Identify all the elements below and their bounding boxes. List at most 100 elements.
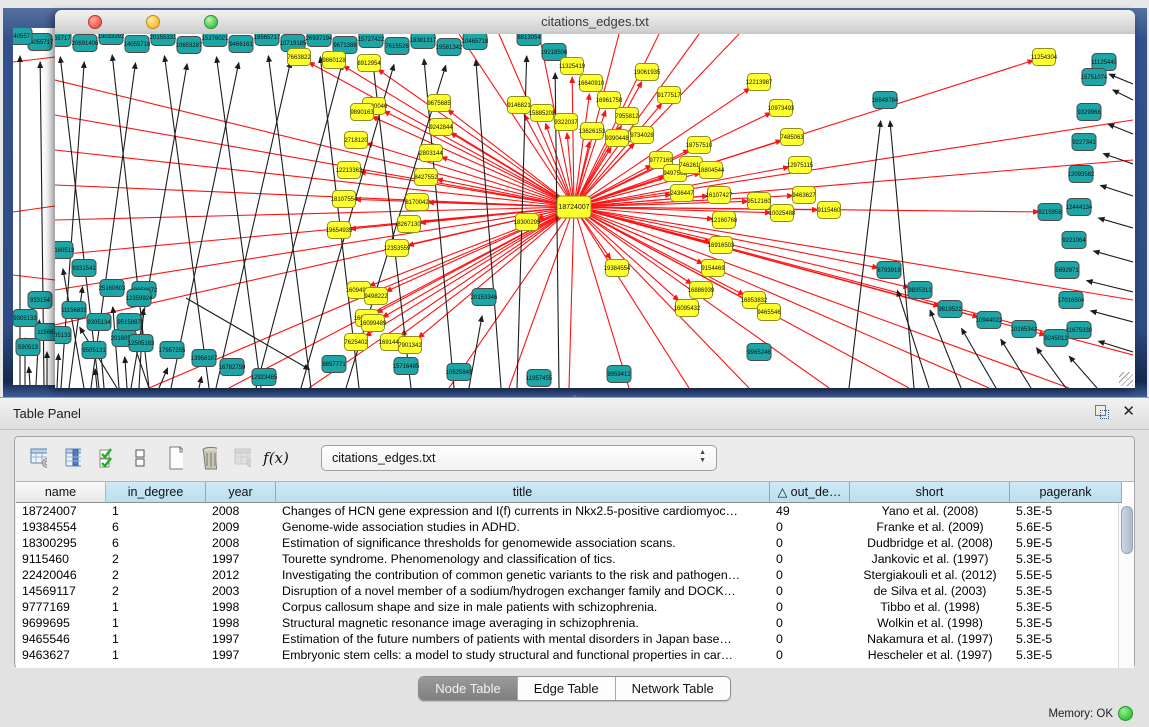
background-view-canvas[interactable]: 930513393315411568359051314055717140557: [13, 28, 55, 385]
table-cell: 2009: [206, 519, 276, 535]
graph-node-label: 8427552: [414, 175, 438, 181]
table-cell: 5.3E-5: [1010, 631, 1122, 647]
table-cell: 1997: [206, 551, 276, 567]
graph-edge: [1109, 74, 1133, 84]
column-header-indegree[interactable]: in_degree: [106, 482, 206, 503]
table-cell: 0: [770, 567, 850, 583]
show-columns-button[interactable]: [57, 443, 87, 473]
column-header-outde[interactable]: △ out_de…: [770, 482, 850, 503]
graph-edge: [1001, 339, 1031, 388]
graph-edge: [57, 354, 59, 388]
table-cell: 0: [770, 615, 850, 631]
graph-node-label: 9465546: [757, 310, 781, 316]
close-panel-icon[interactable]: ✕: [1122, 404, 1135, 419]
graph-edge: [384, 111, 574, 207]
network-window[interactable]: citations_edges.txt 95657172069140619033…: [55, 10, 1135, 388]
node-table[interactable]: namein_degreeyeartitle△ out_de…shortpage…: [16, 481, 1134, 668]
graph-node-label: 933154: [30, 298, 51, 304]
table-row[interactable]: 946554611997Estimation of the future num…: [16, 631, 1134, 647]
table-row[interactable]: 977716911998Corpus callosum shape and si…: [16, 599, 1134, 615]
table-row[interactable]: 969969511998Structural magnetic resonanc…: [16, 615, 1134, 631]
delete-rows-button[interactable]: [193, 443, 223, 473]
column-header-name[interactable]: name: [16, 482, 106, 503]
table-panel-header: Table Panel ✕: [0, 397, 1149, 430]
tab-network-table[interactable]: Network Table: [616, 677, 730, 700]
float-panel-icon[interactable]: [1093, 404, 1108, 419]
graph-node-label: 20153346: [471, 295, 498, 301]
graph-node-label: 10944022: [976, 318, 1003, 324]
network-canvas[interactable]: 9565717206914061903339214055718201553311…: [55, 34, 1135, 388]
status-bar: Memory: OK: [0, 701, 1149, 727]
graph-node-label: 9390448: [605, 136, 629, 142]
new-table-button[interactable]: [159, 443, 189, 473]
column-header-pagerank[interactable]: pagerank: [1010, 482, 1122, 503]
graph-edge: [1069, 356, 1097, 388]
graph-edge: [164, 56, 209, 388]
table-cell: Nakamura et al. (1997): [850, 631, 1010, 647]
memory-ok-icon[interactable]: [1118, 706, 1133, 721]
graph-node-label: 20160513: [55, 248, 75, 254]
graph-edge: [159, 368, 168, 388]
graph-edge: [171, 63, 239, 388]
graph-node-label: 9512160: [747, 199, 771, 205]
graph-node-label: 9463627: [792, 193, 816, 199]
graph-node-label: 18381317: [410, 38, 437, 44]
table-cell: 49: [770, 503, 850, 519]
delete-table-button[interactable]: [227, 443, 257, 473]
tab-node-table[interactable]: Node Table: [419, 677, 518, 700]
table-cell: 2008: [206, 535, 276, 551]
graph-edge: [55, 207, 574, 220]
graph-node-label: 9305133: [13, 316, 37, 322]
table-tabbar: Node TableEdge TableNetwork Table: [0, 676, 1149, 701]
table-cell: 19384554: [16, 519, 106, 535]
table-columns-icon: [63, 446, 81, 470]
table-cell: Tourette syndrome. Phenomenology and cla…: [276, 551, 770, 567]
graph-node-label: 12975115: [787, 163, 814, 169]
table-settings-button[interactable]: [23, 443, 53, 473]
table-cell: 1: [106, 615, 206, 631]
table-row[interactable]: 1456911722003Disruption of a novel membe…: [16, 583, 1134, 599]
table-cell: Dudbridge et al. (2008): [850, 535, 1010, 551]
table-source-select[interactable]: citations_edges.txt ▲▼: [321, 445, 717, 471]
row-select-button[interactable]: [91, 443, 121, 473]
graph-node-label: 20155331: [150, 35, 177, 41]
window-titlebar[interactable]: citations_edges.txt: [55, 10, 1135, 35]
resize-grip[interactable]: [1119, 372, 1133, 386]
table-cell: 1: [106, 631, 206, 647]
table-cell: 1997: [206, 647, 276, 663]
graph-node-label: 10973493: [768, 106, 795, 112]
graph-node-label: 590513: [18, 345, 39, 351]
table-row[interactable]: 911546021997Tourette syndrome. Phenomeno…: [16, 551, 1134, 567]
column-header-short[interactable]: short: [850, 482, 1010, 503]
graph-node-label: 18804544: [698, 168, 725, 174]
table-cell: 1: [106, 503, 206, 519]
scrollbar-thumb[interactable]: [1121, 506, 1133, 554]
graph-edge: [1108, 124, 1133, 134]
graph-node-label: 8912954: [357, 61, 381, 67]
table-row[interactable]: 2242004622012Investigating the contribut…: [16, 567, 1134, 583]
graph-node-label: 12213363: [336, 168, 363, 174]
graph-node-label: 10165342: [1011, 327, 1038, 333]
graph-node-label: 8813054: [517, 35, 541, 41]
graph-node-label: 19384554: [604, 266, 631, 272]
graph-node-label: 20691406: [72, 41, 99, 47]
graph-edge: [930, 310, 961, 388]
table-cell: 5.6E-5: [1010, 519, 1122, 535]
column-header-title[interactable]: title: [276, 482, 770, 503]
graph-node-label: 19565717: [254, 35, 281, 41]
graph-node-label: 16782759: [219, 365, 246, 371]
merge-rows-button[interactable]: [125, 443, 155, 473]
graph-node-label: 9331541: [72, 266, 96, 272]
graph-node-label: 9242844: [429, 125, 453, 131]
column-header-year[interactable]: year: [206, 482, 276, 503]
function-builder-button[interactable]: f(x): [261, 443, 291, 473]
graph-node-label: 18107554: [331, 197, 358, 203]
table-row[interactable]: 946362711997Embryonic stem cells: a mode…: [16, 647, 1134, 663]
select-stepper-icon: ▲▼: [699, 449, 706, 465]
table-row[interactable]: 1938455462009Genome-wide association stu…: [16, 519, 1134, 535]
table-row[interactable]: 1830029562008Estimation of significance …: [16, 535, 1134, 551]
tab-edge-table[interactable]: Edge Table: [518, 677, 616, 700]
graph-node-label: 12923465: [251, 375, 278, 381]
table-row[interactable]: 1872400712008Changes of HCN gene express…: [16, 503, 1134, 519]
table-scrollbar[interactable]: [1118, 503, 1134, 668]
